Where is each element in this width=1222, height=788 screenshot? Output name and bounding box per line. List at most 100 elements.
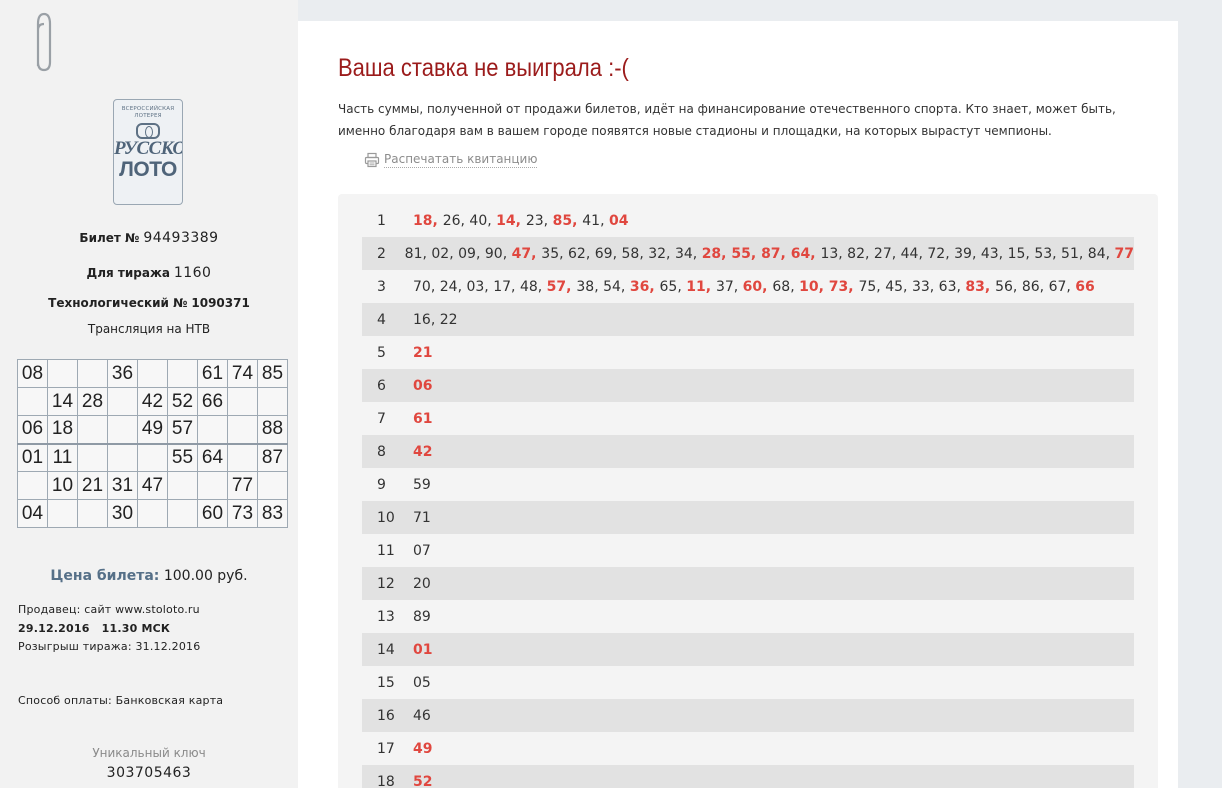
card-cell: 55	[167, 442, 198, 472]
card-cell	[107, 387, 138, 416]
drawn-number: 43	[980, 245, 999, 262]
card-row: 08 36 61 74 85	[17, 359, 288, 388]
result-row: 10 71	[362, 501, 1134, 534]
matched-number: 64	[790, 245, 811, 262]
drawn-number: 58	[621, 245, 640, 262]
card-cell	[17, 471, 48, 500]
tech-number-label: Технологический №	[48, 296, 188, 310]
matched-number: 87	[761, 245, 781, 262]
print-receipt-label[interactable]: Распечатать квитанцию	[384, 152, 538, 168]
card-cell: 88	[257, 415, 288, 444]
drawn-number: 69	[594, 245, 613, 262]
round-number: 6	[377, 377, 386, 394]
round-numbers: 61	[413, 411, 1134, 427]
card-cell	[47, 499, 78, 528]
result-row: 4 16, 22	[362, 303, 1134, 336]
drawn-number: 82	[847, 245, 865, 262]
matched-number: 83	[965, 278, 985, 295]
card-cell: 18	[47, 415, 78, 444]
matched-number: 14	[496, 212, 516, 229]
result-row: 18 52	[362, 765, 1134, 788]
draw-number-line: Для тиража 1160	[0, 265, 298, 281]
result-row: 7 61	[362, 402, 1134, 435]
drawn-number: 63	[938, 278, 957, 295]
round-number: 11	[377, 542, 395, 559]
round-numbers: 42	[413, 444, 1134, 460]
round-number: 8	[377, 443, 386, 460]
drawn-number: 48	[519, 278, 538, 295]
drawn-number: 20	[413, 575, 431, 592]
matched-number: 55	[731, 245, 751, 262]
result-row: 2 81, 02, 09, 90, 47, 35, 62, 69, 58, 32,…	[362, 237, 1134, 270]
matched-number: 11	[686, 278, 706, 295]
drawn-number: 35	[541, 245, 560, 262]
drawn-number: 22	[439, 311, 458, 328]
matched-number: 61	[413, 410, 433, 427]
card-cell: 01	[17, 442, 48, 472]
drawn-number: 59	[413, 476, 431, 493]
round-number: 12	[377, 575, 395, 592]
drawn-number: 27	[873, 245, 892, 262]
result-row: 15 05	[362, 666, 1134, 699]
result-row: 8 42	[362, 435, 1134, 468]
round-numbers: 70, 24, 03, 17, 48, 57, 38, 54, 36, 65, …	[413, 278, 1095, 295]
seller-info: Продавец: сайт www.stoloto.ru	[18, 603, 200, 616]
round-number: 13	[377, 608, 395, 625]
round-numbers: 06	[413, 378, 1134, 394]
card-cell: 66	[197, 387, 228, 416]
round-numbers: 20	[413, 576, 1134, 592]
card-cell	[257, 387, 288, 416]
round-number: 17	[377, 740, 395, 757]
round-number: 10	[377, 509, 395, 526]
card-cell: 36	[107, 359, 138, 388]
draw-number: 1160	[173, 265, 212, 281]
card-cell: 30	[107, 499, 138, 528]
purchase-datetime: 29.12.2016 11.30 МСК	[18, 622, 171, 635]
round-number: 4	[377, 311, 386, 328]
matched-number: 28	[701, 245, 722, 262]
drawn-number: 53	[1034, 245, 1053, 262]
card-cell: 52	[167, 387, 198, 416]
paperclip-icon	[36, 12, 52, 72]
card-cell: 83	[257, 499, 288, 528]
card-cell	[227, 415, 258, 444]
drawn-number: 46	[413, 707, 431, 724]
draw-date: Розыгрыш тиража: 31.12.2016	[18, 640, 201, 653]
tech-number-line: Технологический № 1090371	[0, 296, 298, 310]
drawn-number: 02	[431, 245, 450, 262]
matched-number: 21	[413, 344, 433, 361]
drawn-number: 51	[1061, 245, 1079, 262]
broadcast-info: Трансляция на НТВ	[87, 322, 211, 336]
matched-number: 77	[1114, 245, 1134, 262]
round-number: 1	[377, 212, 386, 229]
ticket-number-line: Билет № 94493389	[0, 230, 298, 246]
card-cell: 85	[257, 359, 288, 388]
card-cell: 73	[227, 499, 258, 528]
card-cell: 06	[17, 415, 48, 444]
drawn-number: 16	[413, 311, 431, 328]
card-row: 01 11 55 64 87	[17, 442, 288, 472]
card-cell: 49	[137, 415, 168, 444]
drawn-number: 90	[484, 245, 503, 262]
round-numbers: 18, 26, 40, 14, 23, 85, 41, 04	[413, 212, 629, 229]
card-cell	[107, 442, 138, 472]
result-row: 16 46	[362, 699, 1134, 732]
card-cell: 28	[77, 387, 108, 416]
drawn-number: 86	[1021, 278, 1040, 295]
drawn-number: 40	[469, 212, 488, 229]
drawn-number: 54	[603, 278, 621, 295]
ticket-price: Цена билета: 100.00 руб.	[0, 568, 298, 584]
card-cell	[197, 415, 228, 444]
matched-number: 52	[413, 773, 433, 788]
printer-icon	[364, 152, 380, 168]
round-number: 7	[377, 410, 386, 427]
drawn-number: 89	[413, 608, 431, 625]
matched-number: 49	[413, 740, 433, 757]
drawn-number: 17	[493, 278, 512, 295]
card-cell: 87	[257, 442, 288, 472]
print-receipt-link[interactable]: Распечатать квитанцию	[364, 152, 538, 168]
ticket-number: 94493389	[143, 230, 219, 246]
matched-number: 42	[413, 443, 433, 460]
drawn-number: 05	[413, 674, 431, 691]
round-numbers: 16, 22	[413, 311, 458, 328]
